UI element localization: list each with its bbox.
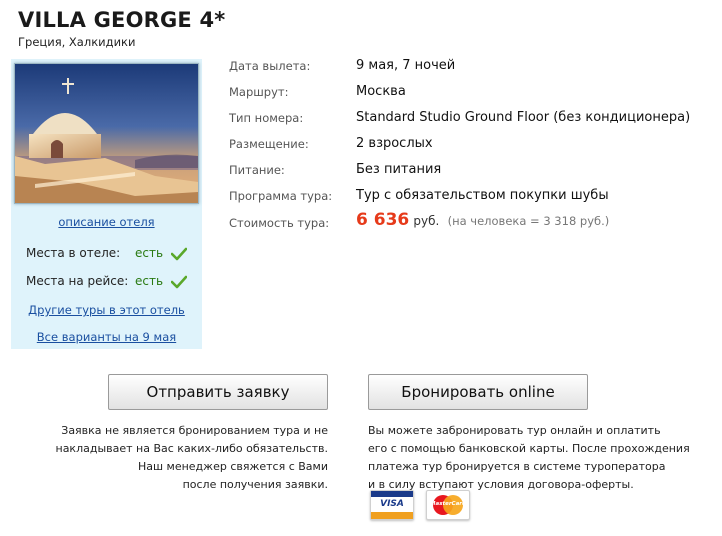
- book-note-line: и в силу вступают условия договора-оферт…: [368, 478, 634, 491]
- flight-places-label: Места на рейсе:: [26, 274, 129, 288]
- request-note-line: Наш менеджер свяжется с Вами: [137, 460, 328, 473]
- book-note-line: платежа тур бронируется в системе туропе…: [368, 460, 666, 473]
- detail-label: Тип номера:: [229, 111, 304, 125]
- hotel-sidebar: описание отеля Места в отеле: есть Места…: [11, 59, 202, 349]
- other-tours-link[interactable]: Другие туры в этот отель: [11, 303, 202, 317]
- book-note-line: Вы можете забронировать тур онлайн и опл…: [368, 424, 661, 437]
- detail-label: Программа тура:: [229, 189, 333, 203]
- detail-label: Дата вылета:: [229, 59, 311, 73]
- request-note-line: накладывает на Вас каких-либо обязательс…: [55, 442, 329, 455]
- hotel-photo-image: [15, 64, 198, 203]
- detail-value: Тур с обязательством покупки шубы: [356, 188, 609, 203]
- hotel-location: Греция, Халкидики: [18, 35, 136, 49]
- hotel-description-link[interactable]: описание отеля: [11, 215, 202, 229]
- book-online-button[interactable]: Бронировать online: [368, 374, 588, 410]
- detail-label: Размещение:: [229, 137, 309, 151]
- visa-stripe-top: [371, 491, 413, 497]
- price-per-person: (на человека = 3 318 руб.): [447, 214, 610, 228]
- price-amount: 6 636: [356, 210, 410, 230]
- flight-places-value: есть: [135, 274, 164, 288]
- checkmark-icon: [171, 275, 187, 289]
- checkmark-icon: [171, 247, 187, 261]
- hotel-places-label: Места в отеле:: [26, 246, 121, 260]
- detail-value: 2 взрослых: [356, 136, 433, 151]
- detail-value: Москва: [356, 84, 406, 99]
- visa-logo-text: VISA: [380, 499, 404, 509]
- price-currency: руб.: [413, 214, 440, 228]
- book-note: Вы можете забронировать тур онлайн и опл…: [368, 422, 708, 494]
- visa-stripe-bottom: [371, 512, 413, 519]
- detail-value: 9 мая, 7 ночей: [356, 58, 456, 73]
- book-note-line: его с помощью банковской карты. После пр…: [368, 442, 690, 455]
- request-note-line: после получения заявки.: [182, 478, 328, 491]
- all-variants-link[interactable]: Все варианты на 9 мая: [11, 330, 202, 344]
- price-label: Стоимость тура:: [229, 216, 330, 230]
- hotel-title: VILLA GEORGE 4*: [18, 8, 226, 32]
- detail-value: Без питания: [356, 162, 442, 177]
- send-request-button[interactable]: Отправить заявку: [108, 374, 328, 410]
- hotel-photo[interactable]: [14, 63, 199, 204]
- detail-label: Питание:: [229, 163, 285, 177]
- price-row: 6 636 руб. (на человека = 3 318 руб.): [356, 210, 609, 230]
- mastercard-icon: MasterCard: [426, 490, 470, 520]
- visa-card-icon: VISA: [370, 490, 414, 520]
- detail-label: Маршрут:: [229, 85, 289, 99]
- detail-value: Standard Studio Ground Floor (без кондиц…: [356, 110, 691, 125]
- hotel-places-value: есть: [135, 246, 164, 260]
- mastercard-logo-text: MasterCard: [430, 501, 466, 507]
- request-note: Заявка не является бронированием тура и …: [40, 422, 329, 494]
- request-note-line: Заявка не является бронированием тура и …: [61, 424, 328, 437]
